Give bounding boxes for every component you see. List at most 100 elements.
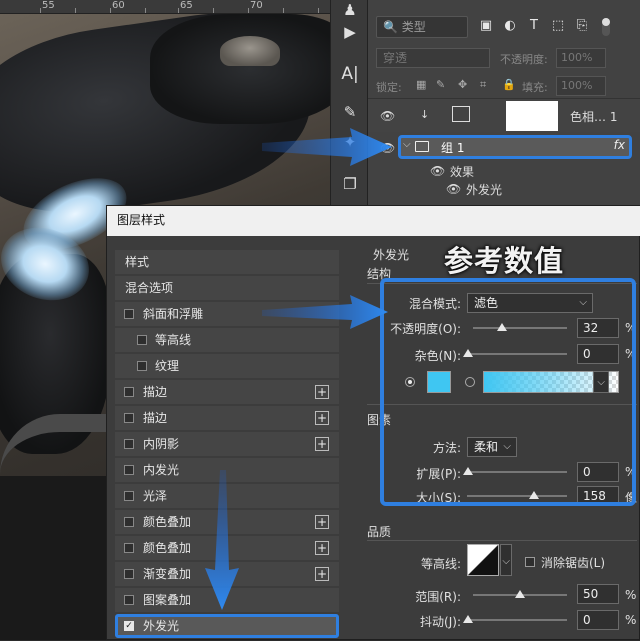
style-item[interactable]: 样式 <box>115 250 339 274</box>
style-item-label: 斜面和浮雕 <box>143 307 204 321</box>
lock-paint-icon[interactable]: ✎ <box>436 78 450 92</box>
clip-arrow-icon: ↓ <box>420 108 430 121</box>
add-effect-plus-icon[interactable]: + <box>315 411 329 425</box>
lock-position-icon[interactable]: ✥ <box>458 78 472 92</box>
style-checkbox[interactable] <box>124 309 134 319</box>
style-item-label: 图案叠加 <box>143 593 192 607</box>
quality-title: 品质 <box>367 525 392 539</box>
style-item[interactable]: 内发光 <box>115 458 339 482</box>
smart-object-filter-icon[interactable]: ⎘ <box>574 18 590 34</box>
style-checkbox[interactable] <box>137 335 147 345</box>
visibility-eye-icon[interactable]: 👁 <box>446 183 462 195</box>
layer-name: 色相… 1 <box>570 110 618 124</box>
layer-row-adjustment[interactable]: 👁 ↓ 色相… 1 <box>368 98 640 132</box>
filter-toggle[interactable] <box>602 18 610 36</box>
style-item[interactable]: ✓ 外发光 <box>115 614 339 638</box>
jitter-label: 抖动(J): <box>420 615 461 629</box>
visibility-eye-icon[interactable]: 👁 <box>430 165 446 177</box>
style-checkbox[interactable]: ✓ <box>124 621 134 631</box>
lock-label: 锁定: <box>376 81 402 94</box>
style-item[interactable]: 内阴影 + <box>115 432 339 456</box>
layers-panel: 🔍 类型 ▣ ◐ T ⬚ ⎘ 穿透 不透明度: 100% 锁定: ▦ ✎ ✥ ⌗… <box>368 0 640 205</box>
style-item[interactable]: 颜色叠加 + <box>115 510 339 534</box>
style-checkbox[interactable] <box>137 361 147 371</box>
style-checkbox[interactable] <box>124 595 134 605</box>
lock-all-icon[interactable]: 🔒 <box>502 78 516 92</box>
chevron-down-icon[interactable]: ⌵ <box>403 139 411 150</box>
folder-icon <box>415 141 429 152</box>
lock-pixels-icon[interactable]: ▦ <box>416 78 430 92</box>
style-item[interactable]: 斜面和浮雕 <box>115 302 339 326</box>
clone-stamp-icon[interactable]: ✦ <box>340 132 360 152</box>
ruler-tick-label: 60 <box>112 0 125 11</box>
anti-alias-checkbox[interactable] <box>525 557 535 567</box>
style-checkbox[interactable] <box>124 387 134 397</box>
visibility-eye-icon[interactable]: 👁 <box>380 142 396 154</box>
type-tool-icon[interactable]: A| <box>340 64 360 84</box>
style-item[interactable]: 混合选项 <box>115 276 339 300</box>
add-effect-plus-icon[interactable]: + <box>315 437 329 451</box>
image-filter-icon[interactable]: ▣ <box>478 18 494 34</box>
cup-shape <box>220 36 280 66</box>
style-item-label: 纹理 <box>155 359 180 373</box>
style-item-label: 混合选项 <box>125 281 174 295</box>
add-effect-plus-icon[interactable]: + <box>315 541 329 555</box>
lock-artboard-icon[interactable]: ⌗ <box>480 78 494 92</box>
style-item-label: 渐变叠加 <box>143 567 192 581</box>
play-icon[interactable]: ▶ <box>340 22 360 42</box>
jitter-input[interactable]: 0 <box>577 610 619 630</box>
stamp-tool-icon[interactable]: ♟ <box>340 0 360 20</box>
style-checkbox[interactable] <box>124 413 134 423</box>
style-item-label: 内发光 <box>143 463 180 477</box>
range-slider-knob[interactable] <box>515 590 525 598</box>
adjustment-filter-icon[interactable]: ◐ <box>502 18 518 34</box>
layer-kind-filter[interactable]: 🔍 类型 <box>376 16 468 38</box>
add-effect-plus-icon[interactable]: + <box>315 385 329 399</box>
adjustment-layer-icon <box>452 106 470 122</box>
effects-row[interactable]: 👁 效果 <box>368 162 640 180</box>
brush-tool-icon[interactable]: ✎ <box>340 102 360 122</box>
jacket-shape <box>150 14 330 124</box>
style-checkbox[interactable] <box>124 491 134 501</box>
layer-fill-input[interactable]: 100% <box>556 76 606 96</box>
layer-mask-thumbnail[interactable] <box>506 101 558 131</box>
fx-icon[interactable]: fx <box>614 138 625 152</box>
style-item[interactable]: 纹理 <box>115 354 339 378</box>
style-item[interactable]: 描边 + <box>115 406 339 430</box>
style-item[interactable]: 图案叠加 <box>115 588 339 612</box>
add-effect-plus-icon[interactable]: + <box>315 515 329 529</box>
style-item[interactable]: 渐变叠加 + <box>115 562 339 586</box>
contour-dropdown[interactable]: ⌵ <box>500 544 512 576</box>
ruler-tick-label: 65 <box>180 0 193 11</box>
range-input[interactable]: 50 <box>577 584 619 604</box>
contour-picker[interactable] <box>467 544 499 576</box>
add-effect-plus-icon[interactable]: + <box>315 567 329 581</box>
dialog-title: 图层样式 <box>107 206 640 236</box>
layer-opacity-input[interactable]: 100% <box>556 48 606 68</box>
style-checkbox[interactable] <box>124 517 134 527</box>
layer-blend-mode-select[interactable]: 穿透 <box>376 48 490 68</box>
highlight-frame <box>380 278 636 506</box>
style-checkbox[interactable] <box>124 465 134 475</box>
kind-filter-label: 类型 <box>401 20 426 34</box>
style-checkbox[interactable] <box>124 569 134 579</box>
layers-panel-icon[interactable]: ❐ <box>340 174 360 194</box>
style-item[interactable]: 描边 + <box>115 380 339 404</box>
shape-filter-icon[interactable]: ⬚ <box>550 18 566 34</box>
style-item-label: 描边 <box>143 411 168 425</box>
layer-row-group[interactable]: ⌵ 组 1 fx <box>398 135 632 159</box>
style-checkbox[interactable] <box>124 439 134 449</box>
effect-item-row[interactable]: 👁 外发光 <box>368 180 640 198</box>
style-item[interactable]: 等高线 <box>115 328 339 352</box>
style-item-label: 外发光 <box>143 619 180 633</box>
jitter-slider[interactable] <box>467 619 567 621</box>
style-checkbox[interactable] <box>124 543 134 553</box>
style-item-label: 光泽 <box>143 489 168 503</box>
type-filter-icon[interactable]: T <box>526 18 542 34</box>
style-item[interactable]: 颜色叠加 + <box>115 536 339 560</box>
ruler-tick-label: 55 <box>42 0 55 11</box>
jitter-slider-knob[interactable] <box>463 615 473 623</box>
style-item[interactable]: 光泽 <box>115 484 339 508</box>
style-item-label: 颜色叠加 <box>143 541 192 555</box>
visibility-eye-icon[interactable]: 👁 <box>380 110 396 122</box>
